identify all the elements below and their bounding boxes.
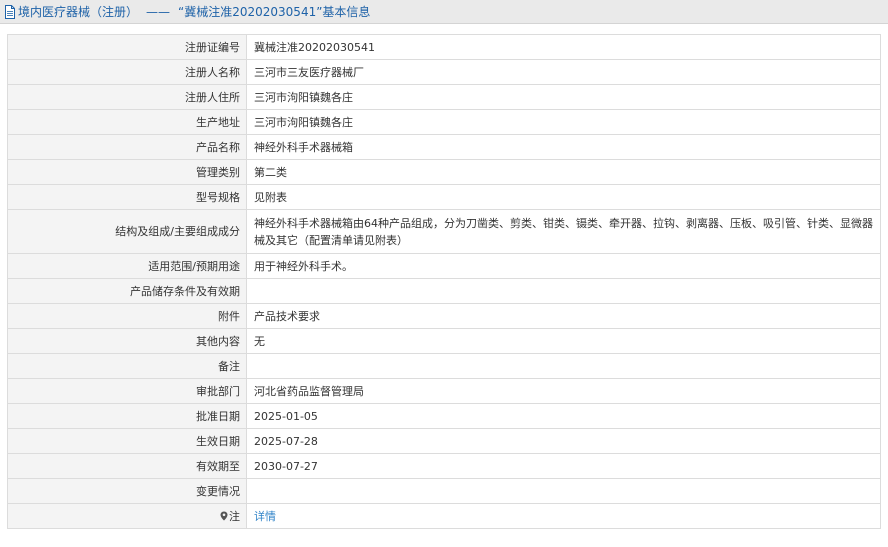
table-row: 变更情况 xyxy=(7,478,881,504)
table-row: 管理类别 第二类 xyxy=(7,159,881,185)
table-row: 备注 xyxy=(7,353,881,379)
row-label: 注册人名称 xyxy=(7,59,247,85)
row-value: 河北省药品监督管理局 xyxy=(246,378,881,404)
table-row: 其他内容 无 xyxy=(7,328,881,354)
row-label: 产品储存条件及有效期 xyxy=(7,278,247,304)
registration-detail-table: 注册证编号 冀械注准20202030541 注册人名称 三河市三友医疗器械厂 注… xyxy=(7,34,881,529)
row-value: 三河市三友医疗器械厂 xyxy=(246,59,881,85)
row-label: 适用范围/预期用途 xyxy=(7,253,247,279)
table-row: 有效期至 2030-07-27 xyxy=(7,453,881,479)
row-label: 批准日期 xyxy=(7,403,247,429)
row-value xyxy=(246,278,881,304)
table-row: 批准日期 2025-01-05 xyxy=(7,403,881,429)
title-separator: —— xyxy=(146,4,171,19)
row-label: 管理类别 xyxy=(7,159,247,185)
row-value: 神经外科手术器械箱 xyxy=(246,134,881,160)
row-value: 2025-07-28 xyxy=(246,428,881,454)
row-value: 无 xyxy=(246,328,881,354)
table-row: 审批部门 河北省药品监督管理局 xyxy=(7,378,881,404)
row-value: 第二类 xyxy=(246,159,881,185)
row-value: 2025-01-05 xyxy=(246,403,881,429)
row-label: 注册证编号 xyxy=(7,34,247,60)
row-value: 用于神经外科手术。 xyxy=(246,253,881,279)
document-icon xyxy=(4,4,16,19)
table-row: 注册证编号 冀械注准20202030541 xyxy=(7,34,881,60)
table-row: 产品名称 神经外科手术器械箱 xyxy=(7,134,881,160)
details-link[interactable]: 详情 xyxy=(246,503,881,529)
page-title-bar: 境内医疗器械（注册） —— “冀械注准20202030541”基本信息 xyxy=(0,0,888,24)
row-label: 审批部门 xyxy=(7,378,247,404)
row-value xyxy=(246,478,881,504)
row-label: 其他内容 xyxy=(7,328,247,354)
row-label: 有效期至 xyxy=(7,453,247,479)
title-heading: “冀械注准20202030541”基本信息 xyxy=(178,4,371,19)
row-label: 变更情况 xyxy=(7,478,247,504)
table-row: 注册人住所 三河市泃阳镇魏各庄 xyxy=(7,84,881,110)
row-value: 三河市泃阳镇魏各庄 xyxy=(246,109,881,135)
row-label: 生效日期 xyxy=(7,428,247,454)
table-row: 注 详情 xyxy=(7,503,881,529)
row-value xyxy=(246,353,881,379)
table-row: 生效日期 2025-07-28 xyxy=(7,428,881,454)
row-value: 三河市泃阳镇魏各庄 xyxy=(246,84,881,110)
row-value: 2030-07-27 xyxy=(246,453,881,479)
table-row: 产品储存条件及有效期 xyxy=(7,278,881,304)
row-value: 神经外科手术器械箱由64种产品组成，分为刀凿类、剪类、钳类、镊类、牵开器、拉钩、… xyxy=(246,209,881,254)
table-row: 附件 产品技术要求 xyxy=(7,303,881,329)
row-label: 附件 xyxy=(7,303,247,329)
title-category: 境内医疗器械（注册） xyxy=(18,4,139,19)
table-row: 适用范围/预期用途 用于神经外科手术。 xyxy=(7,253,881,279)
row-value: 产品技术要求 xyxy=(246,303,881,329)
note-label: 注 xyxy=(229,509,240,523)
row-label: 生产地址 xyxy=(7,109,247,135)
table-row: 型号规格 见附表 xyxy=(7,184,881,210)
table-row: 结构及组成/主要组成成分 神经外科手术器械箱由64种产品组成，分为刀凿类、剪类、… xyxy=(7,209,881,254)
row-value: 冀械注准20202030541 xyxy=(246,34,881,60)
row-label: 型号规格 xyxy=(7,184,247,210)
row-label: 注册人住所 xyxy=(7,84,247,110)
map-pin-icon xyxy=(220,511,228,521)
row-label: 备注 xyxy=(7,353,247,379)
table-row: 注册人名称 三河市三友医疗器械厂 xyxy=(7,59,881,85)
table-row: 生产地址 三河市泃阳镇魏各庄 xyxy=(7,109,881,135)
row-label-note: 注 xyxy=(7,503,247,529)
row-label: 结构及组成/主要组成成分 xyxy=(7,209,247,254)
row-label: 产品名称 xyxy=(7,134,247,160)
row-value: 见附表 xyxy=(246,184,881,210)
